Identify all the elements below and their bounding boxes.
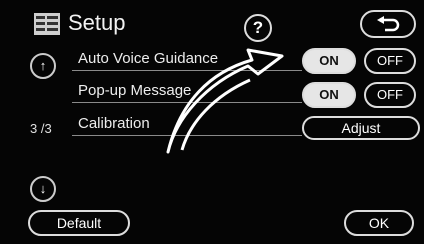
setup-menu-icon [34,13,60,35]
return-arrow-icon [377,16,400,32]
popup-message-on-button[interactable]: ON [302,82,356,108]
row-divider [72,102,302,103]
setup-screen: Setup ? ↑ Auto Voice Guidance ON OFF Pop… [0,0,424,244]
default-button[interactable]: Default [28,210,130,236]
help-button[interactable]: ? [244,14,272,42]
auto-voice-guidance-off-button[interactable]: OFF [364,48,416,74]
popup-message-off-button[interactable]: OFF [364,82,416,108]
calibration-adjust-button[interactable]: Adjust [302,116,420,140]
row-divider [72,135,302,136]
auto-voice-guidance-on-button[interactable]: ON [302,48,356,74]
back-button[interactable] [360,10,416,38]
row-label-calibration: Calibration [78,115,150,132]
ok-button[interactable]: OK [344,210,414,236]
row-divider [72,70,302,71]
scroll-down-button[interactable]: ↓ [30,176,56,202]
row-label-popup-message: Pop-up Message [78,82,192,99]
page-title: Setup [68,10,126,35]
scroll-up-button[interactable]: ↑ [30,53,56,79]
row-label-auto-voice-guidance: Auto Voice Guidance [78,50,219,67]
page-indicator: 3 /3 [30,121,52,136]
